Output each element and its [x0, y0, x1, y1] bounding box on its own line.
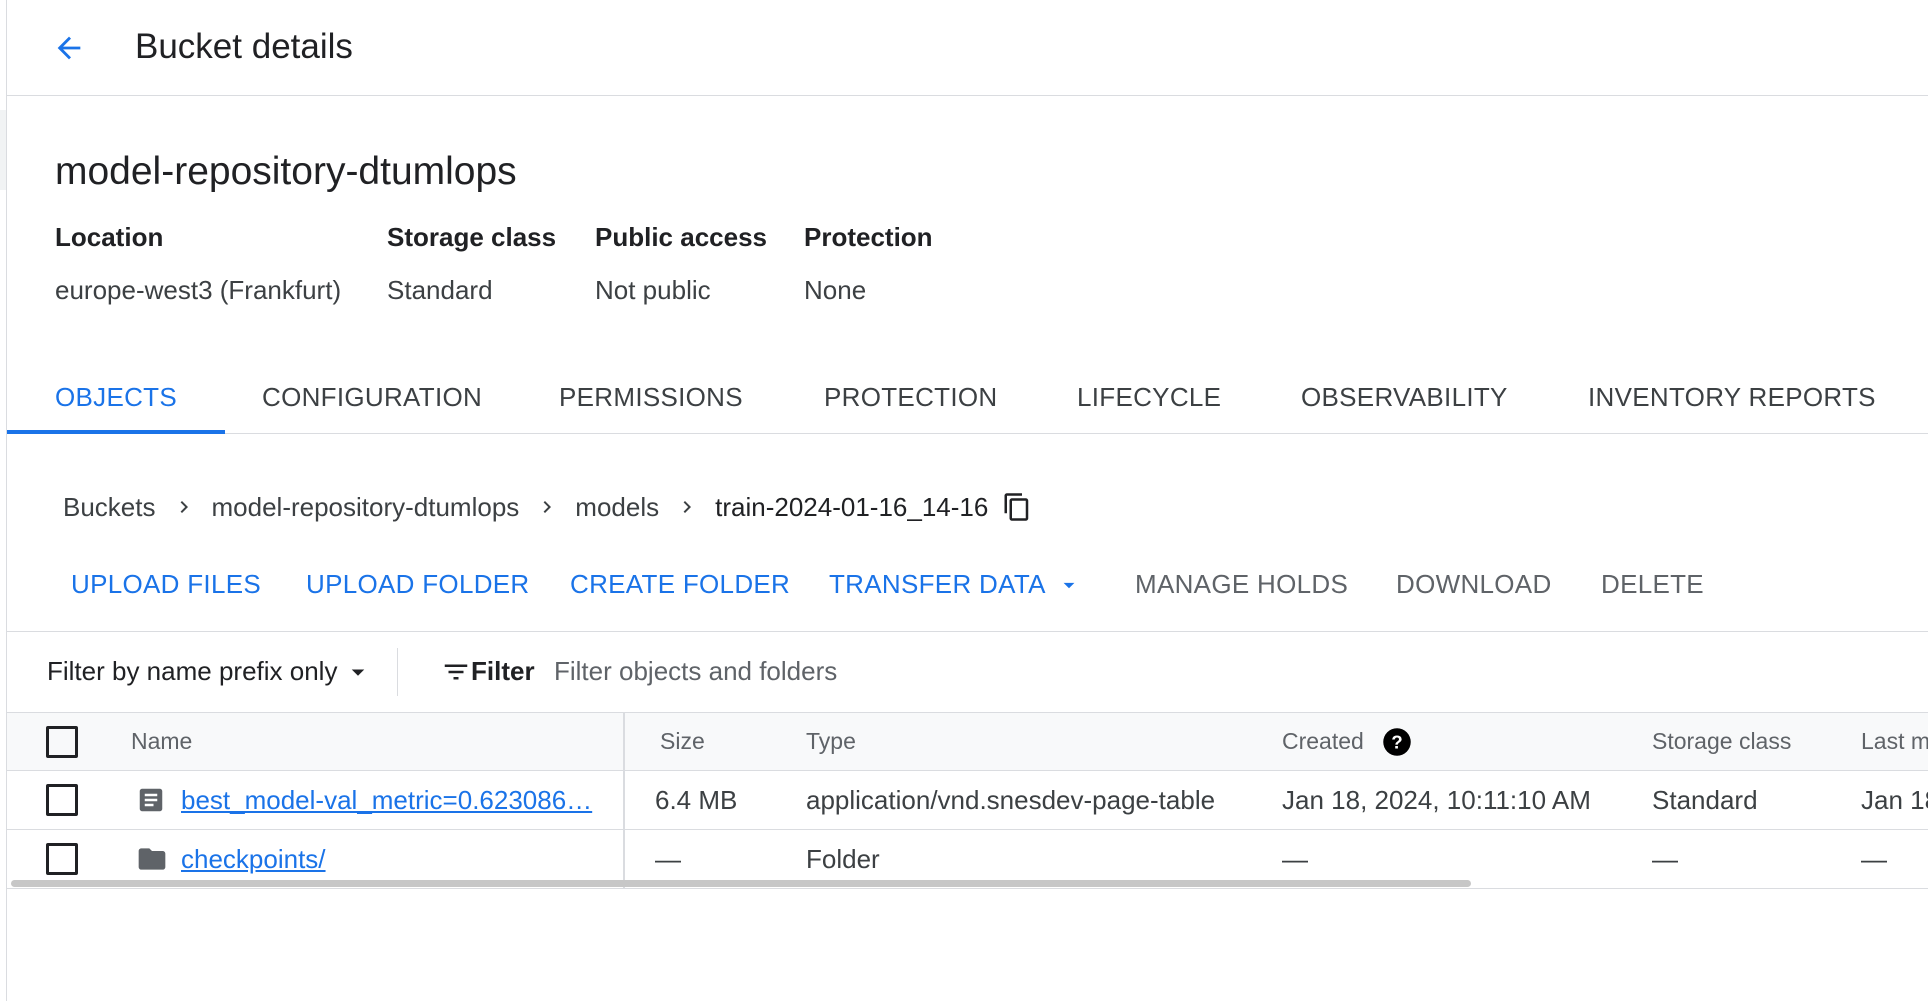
filter-button-label: Filter: [471, 656, 535, 686]
filter-list-icon: [444, 664, 468, 679]
object-actions-toolbar: UPLOAD FILES UPLOAD FOLDER CREATE FOLDER…: [7, 555, 1928, 632]
help-icon[interactable]: ?: [1382, 727, 1412, 757]
bucket-name: model-repository-dtumlops: [55, 150, 517, 193]
filter-bar: Filter by name prefix only Filter: [7, 632, 1928, 713]
table-row[interactable]: best_model-val_metric=0.623086… 6.4 MB a…: [7, 771, 1928, 830]
filter-divider: [397, 648, 398, 696]
tab-lifecycle[interactable]: LIFECYCLE: [1077, 368, 1221, 433]
column-header-created-label: Created: [1282, 728, 1364, 754]
meta-protection: Protection None: [804, 222, 933, 306]
meta-value: europe-west3 (Frankfurt): [55, 275, 342, 305]
column-header-created[interactable]: Created ?: [1282, 713, 1412, 770]
filter-mode-select[interactable]: Filter by name prefix only: [47, 656, 373, 687]
tab-bar: OBJECTS CONFIGURATION PERMISSIONS PROTEC…: [6, 368, 1928, 434]
object-created: Jan 18, 2024, 10:11:10 AM: [1282, 784, 1591, 815]
transfer-data-button[interactable]: TRANSFER DATA: [829, 569, 1082, 600]
column-header-last-modified[interactable]: Last m: [1861, 713, 1928, 770]
objects-table: Name Size Type Created ? Storage class L…: [7, 713, 1928, 889]
manage-holds-button[interactable]: MANAGE HOLDS: [1135, 569, 1348, 600]
column-header-storage-class[interactable]: Storage class: [1652, 713, 1791, 770]
object-size: 6.4 MB: [655, 784, 738, 815]
tab-objects[interactable]: OBJECTS: [6, 368, 226, 434]
folder-icon: [138, 848, 166, 870]
left-edge: [0, 0, 7, 1001]
breadcrumb-models[interactable]: models: [575, 492, 659, 523]
object-type: application/vnd.snesdev-page-table: [806, 784, 1216, 815]
chevron-right-icon: [156, 495, 212, 519]
meta-label: Location: [55, 222, 164, 252]
breadcrumb-bucket[interactable]: model-repository-dtumlops: [212, 492, 520, 523]
object-storage-class: —: [1652, 843, 1678, 874]
horizontal-scrollbar[interactable]: [11, 880, 1471, 887]
row-checkbox[interactable]: [46, 843, 78, 875]
meta-value: Not public: [595, 275, 711, 305]
select-all-checkbox[interactable]: [46, 725, 78, 758]
column-header-size[interactable]: Size: [660, 713, 705, 770]
meta-label: Public access: [595, 222, 767, 252]
meta-label: Storage class: [387, 222, 557, 252]
breadcrumb-current-folder: train-2024-01-16_14-16: [715, 491, 989, 522]
filter-mode-label: Filter by name prefix only: [47, 656, 338, 686]
tab-inventory-reports[interactable]: INVENTORY REPORTS: [1588, 368, 1876, 433]
back-button[interactable]: [43, 22, 95, 74]
column-header-type[interactable]: Type: [806, 713, 856, 770]
meta-value: None: [804, 275, 867, 305]
meta-value: Standard: [387, 275, 493, 305]
file-icon: [139, 788, 163, 812]
copy-icon: [1004, 493, 1029, 521]
filter-button[interactable]: Filter: [441, 656, 535, 687]
meta-public-access: Public access Not public: [595, 222, 767, 306]
svg-text:?: ?: [1391, 731, 1402, 752]
row-checkbox[interactable]: [46, 784, 78, 816]
breadcrumb-buckets[interactable]: Buckets: [63, 492, 156, 523]
chevron-right-icon: [659, 495, 715, 519]
copy-path-button[interactable]: [1002, 492, 1032, 522]
page-title: Bucket details: [135, 27, 353, 66]
breadcrumb: Buckets model-repository-dtumlops models…: [63, 487, 1032, 527]
upload-files-button[interactable]: UPLOAD FILES: [71, 569, 261, 600]
meta-storage-class: Storage class Standard: [387, 222, 556, 306]
column-divider: [623, 713, 625, 888]
delete-button[interactable]: DELETE: [1601, 569, 1704, 600]
folder-name-link[interactable]: checkpoints/: [181, 844, 326, 875]
page-header: Bucket details: [7, 0, 1928, 96]
tab-observability[interactable]: OBSERVABILITY: [1301, 368, 1508, 433]
tab-permissions[interactable]: PERMISSIONS: [559, 368, 743, 433]
chevron-right-icon: [519, 495, 575, 519]
object-last-modified: Jan 18: [1861, 784, 1928, 815]
object-name-link[interactable]: best_model-val_metric=0.623086…: [181, 785, 592, 816]
object-last-modified: —: [1861, 843, 1887, 874]
filter-input[interactable]: [552, 650, 1456, 692]
arrow-back-icon: [57, 36, 81, 60]
tab-protection[interactable]: PROTECTION: [824, 368, 997, 433]
table-header-row: Name Size Type Created ? Storage class L…: [7, 713, 1928, 771]
meta-location: Location europe-west3 (Frankfurt): [55, 222, 341, 306]
dropdown-arrow-icon: [352, 669, 365, 676]
transfer-data-label: TRANSFER DATA: [829, 569, 1046, 599]
dropdown-arrow-icon: [1063, 582, 1075, 588]
meta-label: Protection: [804, 222, 933, 252]
upload-folder-button[interactable]: UPLOAD FOLDER: [306, 569, 530, 600]
download-button[interactable]: DOWNLOAD: [1396, 569, 1552, 600]
create-folder-button[interactable]: CREATE FOLDER: [570, 569, 790, 600]
column-header-name[interactable]: Name: [131, 713, 192, 770]
tab-configuration[interactable]: CONFIGURATION: [262, 368, 482, 433]
object-storage-class: Standard: [1652, 784, 1758, 815]
